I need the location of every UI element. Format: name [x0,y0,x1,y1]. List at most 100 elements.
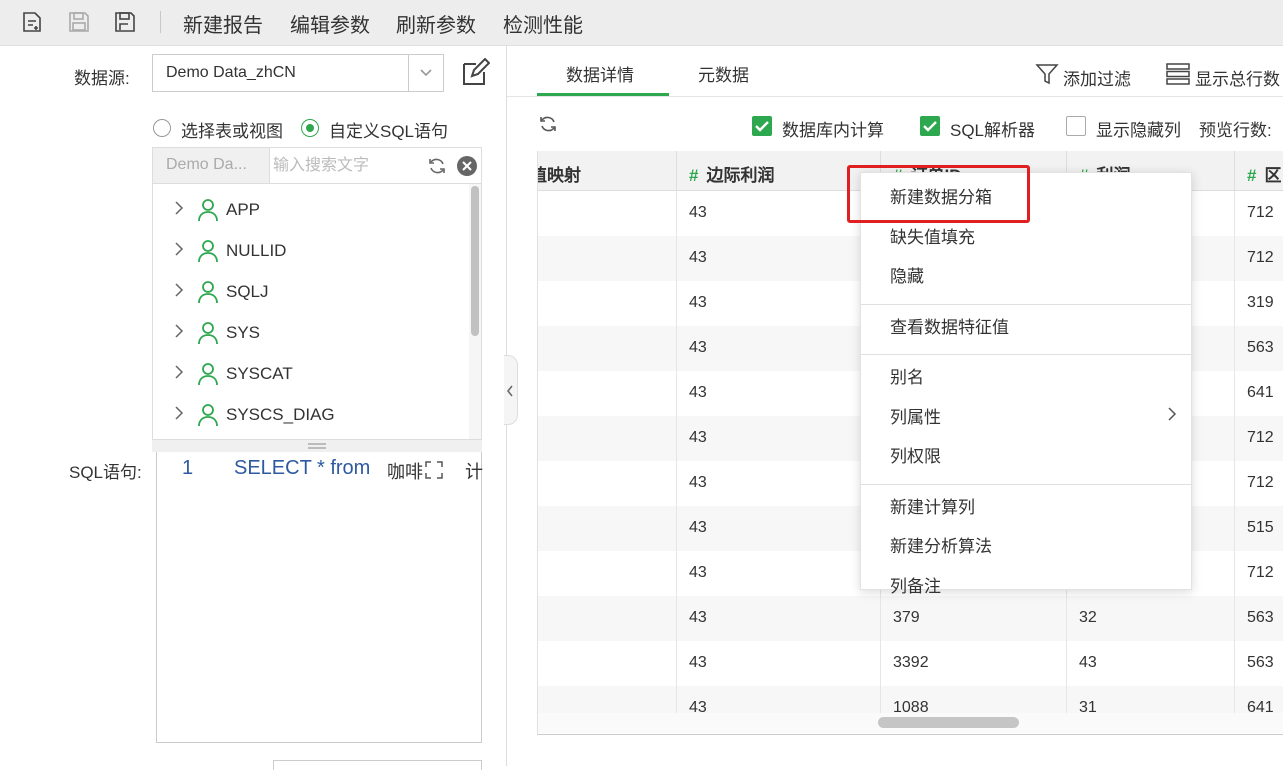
expand-icon[interactable] [425,461,443,479]
table-cell[interactable] [538,506,677,551]
menu-item[interactable]: 列属性 [890,403,941,428]
check-performance-button[interactable]: 检测性能 [503,9,583,38]
new-report-button[interactable]: 新建报告 [183,9,263,38]
menu-item[interactable]: 查看数据特征值 [890,313,1009,338]
resize-grip[interactable] [152,440,482,452]
menu-item[interactable]: 新建计算列 [890,493,975,518]
table-cell[interactable]: 319 [1235,281,1283,326]
table-cell[interactable]: 563 [1235,596,1283,641]
table-row[interactable]: 43 379 32 563 [538,596,1283,641]
edit-datasource-icon[interactable] [460,58,490,88]
tree-scrollbar-thumb[interactable] [471,186,479,336]
collapse-panel-button[interactable] [504,355,518,425]
table-cell[interactable]: 379 [881,596,1067,641]
table-cell[interactable]: 712 [1235,191,1283,236]
sql-editor[interactable]: 1 SELECT * from 咖啡 计 [156,452,483,743]
table-cell[interactable]: 712 [1235,461,1283,506]
clear-search-icon[interactable] [456,155,478,177]
menu-item[interactable]: 缺失值填充 [890,223,975,248]
rows-icon[interactable] [1166,63,1190,85]
radio-table-view[interactable] [153,119,171,137]
table-cell[interactable] [538,281,677,326]
grid-horizontal-scrollbar[interactable] [538,713,1283,733]
tab-metadata[interactable]: 元数据 [698,61,749,86]
chevron-right-icon[interactable] [173,200,185,216]
table-cell[interactable] [538,416,677,461]
tree-item[interactable]: SYSCS_DIAG [153,396,469,434]
table-cell[interactable]: 32 [1067,596,1235,641]
chevron-right-icon[interactable] [173,282,185,298]
table-cell[interactable]: 3392 [881,641,1067,686]
table-row[interactable]: 43 3392 43 563 [538,641,1283,686]
table-cell[interactable]: 43 [677,416,881,461]
tree-db-selector[interactable]: Demo Da... [153,148,270,183]
table-cell[interactable]: 43 [1067,641,1235,686]
radio-custom-sql[interactable] [301,119,319,137]
table-cell[interactable] [538,371,677,416]
tree-item[interactable]: SQLJ [153,273,469,311]
new-file-icon[interactable] [20,10,44,34]
db-compute-label[interactable]: 数据库内计算 [782,116,884,141]
table-cell[interactable]: 43 [677,596,881,641]
add-filter-button[interactable]: 添加过滤 [1063,65,1131,90]
table-cell[interactable]: 43 [677,461,881,506]
table-cell[interactable]: 641 [1235,371,1283,416]
column-header[interactable]: 值映射 [538,151,677,191]
menu-item[interactable]: 列权限 [890,442,941,467]
table-cell[interactable] [538,461,677,506]
show-total-rows-button[interactable]: 显示总行数 [1195,65,1280,90]
table-cell[interactable]: 563 [1235,641,1283,686]
chevron-right-icon[interactable] [173,405,185,421]
bottom-field[interactable] [273,760,482,770]
table-cell[interactable]: 563 [1235,326,1283,371]
table-cell[interactable] [538,596,677,641]
chevron-right-icon[interactable] [173,364,185,380]
db-compute-checkbox[interactable] [752,116,772,136]
datasource-select[interactable]: Demo Data_zhCN [152,54,444,92]
tree-item[interactable]: NULLID [153,232,469,270]
show-hidden-checkbox[interactable] [1066,116,1086,136]
table-cell[interactable]: 43 [677,551,881,596]
tab-data-detail[interactable]: 数据详情 [566,61,634,86]
grid-scrollbar-thumb[interactable] [878,717,1019,728]
table-cell[interactable] [538,551,677,596]
save-as-icon[interactable] [113,10,137,34]
save-icon[interactable] [67,10,91,34]
tree-scrollbar[interactable] [469,184,481,439]
show-hidden-label[interactable]: 显示隐藏列 [1096,116,1181,141]
radio-table-view-label[interactable]: 选择表或视图 [181,117,283,142]
table-cell[interactable]: 43 [677,326,881,371]
table-cell[interactable] [538,236,677,281]
table-cell[interactable]: 43 [677,371,881,416]
table-cell[interactable] [538,326,677,371]
edit-params-button[interactable]: 编辑参数 [290,9,370,38]
sql-parser-checkbox[interactable] [920,116,940,136]
table-cell[interactable]: 515 [1235,506,1283,551]
table-cell[interactable]: 43 [677,641,881,686]
menu-item[interactable]: 隐藏 [890,262,924,287]
tree-search-input[interactable] [271,152,425,180]
menu-item[interactable]: 别名 [890,363,924,388]
radio-custom-sql-label[interactable]: 自定义SQL语句 [329,117,448,142]
table-cell[interactable]: 43 [677,506,881,551]
column-header[interactable]: # 区 [1235,151,1283,191]
chevron-right-icon[interactable] [173,241,185,257]
tree-item[interactable]: SYSCAT [153,355,469,393]
table-cell[interactable]: 43 [677,236,881,281]
table-cell[interactable]: 712 [1235,236,1283,281]
filter-icon[interactable] [1035,62,1059,86]
table-cell[interactable]: 712 [1235,416,1283,461]
menu-item[interactable]: 列备注 [890,572,941,597]
sql-parser-label[interactable]: SQL解析器 [950,116,1035,141]
datasource-dropdown-arrow[interactable] [408,55,443,91]
table-cell[interactable]: 712 [1235,551,1283,596]
table-cell[interactable] [538,191,677,236]
chevron-right-icon[interactable] [173,323,185,339]
refresh-icon[interactable] [427,157,447,175]
menu-item[interactable]: 新建分析算法 [890,532,992,557]
table-cell[interactable]: 43 [677,281,881,326]
table-cell[interactable] [538,641,677,686]
refresh-params-button[interactable]: 刷新参数 [396,9,476,38]
tree-item[interactable]: APP [153,191,469,229]
tree-item[interactable]: SYS [153,314,469,352]
